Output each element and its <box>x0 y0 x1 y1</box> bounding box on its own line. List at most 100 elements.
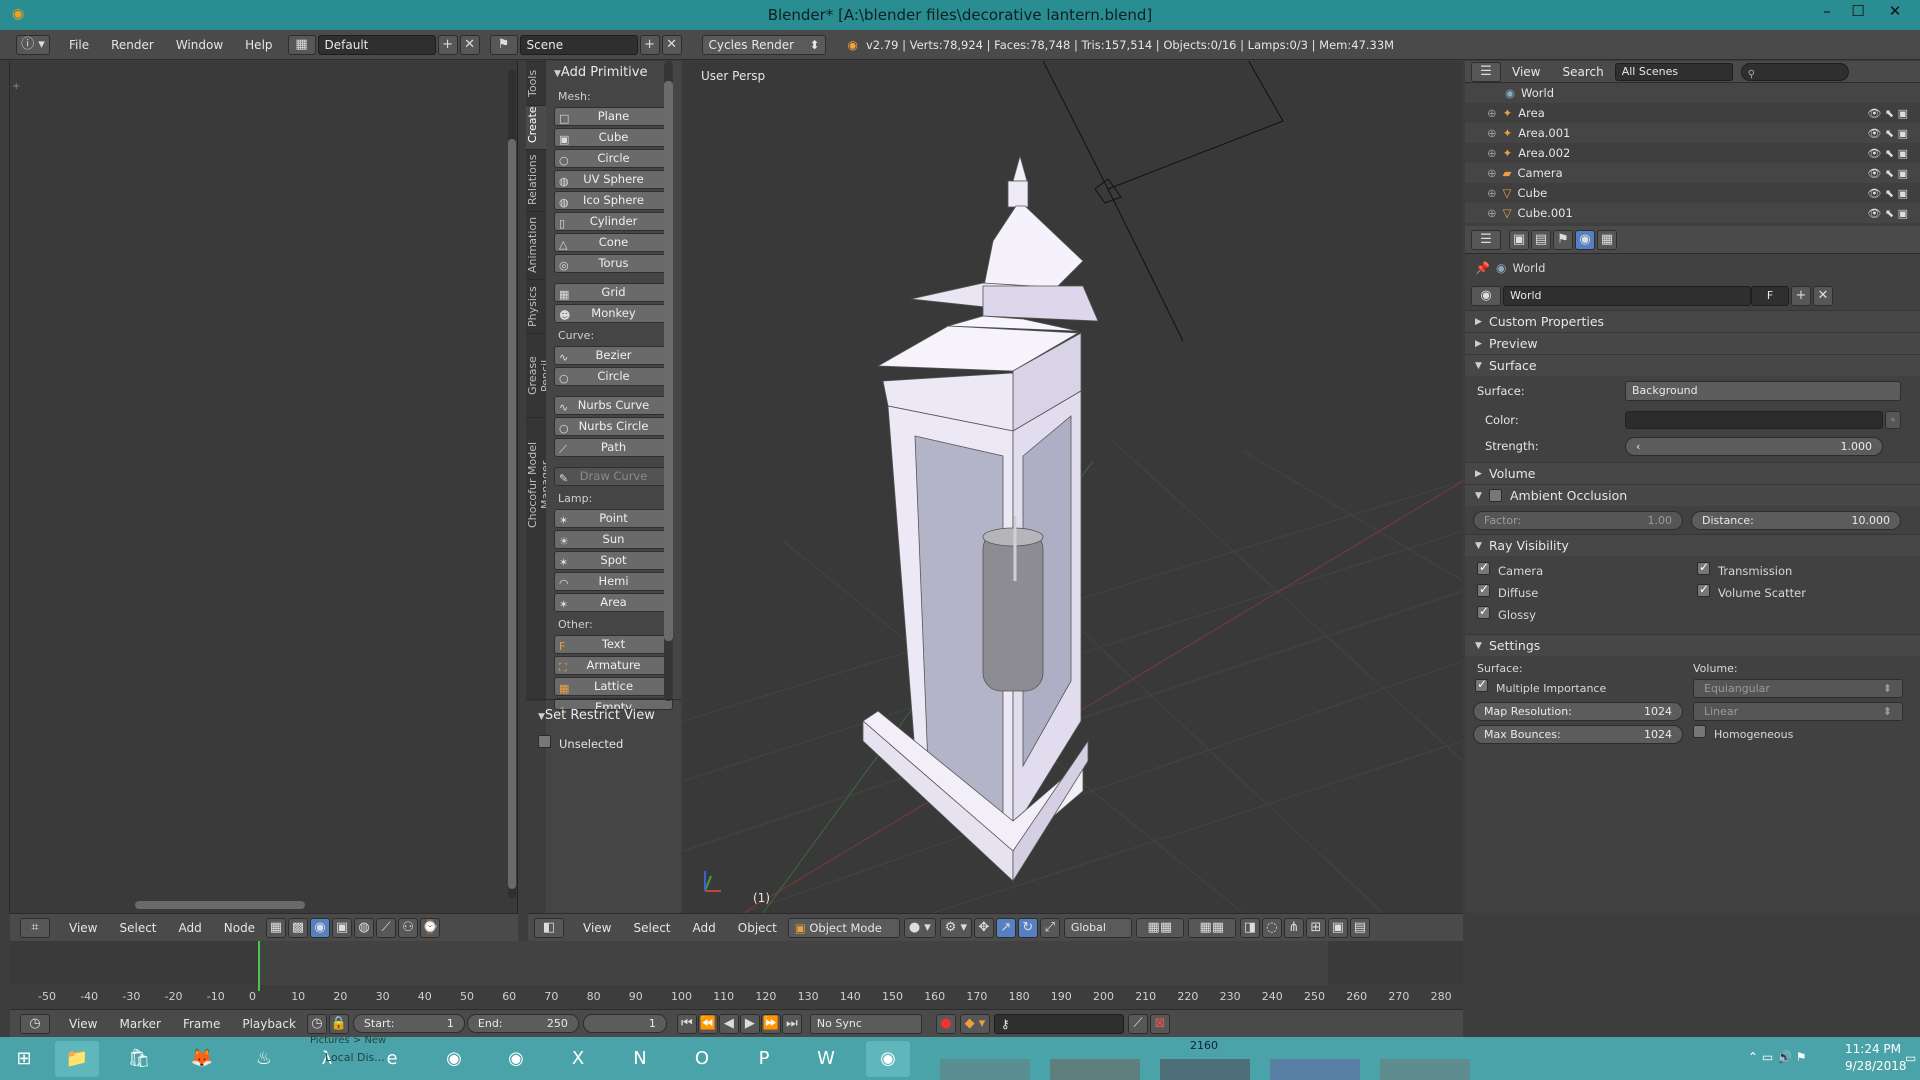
map-resolution-field[interactable]: Map Resolution: 1024 <box>1473 702 1683 721</box>
compositing-tree-icon[interactable]: ▩ <box>288 917 309 938</box>
add-uv-sphere-button[interactable]: ◍ UV Sphere <box>554 170 673 189</box>
add-curve-circle-button[interactable]: ○ Circle <box>554 367 673 386</box>
end-frame-field[interactable]: End: 250 <box>466 1014 579 1033</box>
max-bounces-field[interactable]: Max Bounces: 1024 <box>1473 725 1683 744</box>
world-shader-icon[interactable]: ◉ <box>310 917 331 938</box>
multiple-importance-option[interactable]: Multiple Importance <box>1473 677 1693 698</box>
vertical-scrollbar[interactable] <box>508 69 516 899</box>
tab-chocofur-model-manager[interactable]: Chocofur Model Manager <box>526 417 552 551</box>
3d-menu-object[interactable]: Object <box>727 921 788 935</box>
node-menu-add[interactable]: Add <box>168 921 213 935</box>
add-point-lamp-button[interactable]: ✶ Point <box>554 509 673 528</box>
menu-file[interactable]: File <box>58 38 100 52</box>
scene-selector[interactable]: Scene <box>519 34 638 55</box>
word-icon[interactable]: W <box>804 1041 848 1077</box>
outliner-menu-view[interactable]: View <box>1501 65 1551 79</box>
color-swatch[interactable] <box>1625 411 1883 429</box>
prev-keyframe-icon[interactable]: ⏪ <box>697 1013 718 1034</box>
render-engine-dropdown[interactable]: Cycles Render ⬍ <box>701 34 826 55</box>
notification-icon[interactable]: ▭ <box>1905 1051 1916 1065</box>
add-path-button[interactable]: ⟋ Path <box>554 438 673 457</box>
system-tray-icons[interactable]: ⌃ ▭ 🔊 ⚑ <box>1748 1050 1807 1064</box>
add-area-lamp-button[interactable]: ✶ Area <box>554 593 673 612</box>
outliner-item-cube[interactable]: ⊕ ▽ Cube 👁 ⬉ ▣ <box>1465 183 1920 203</box>
add-bezier-button[interactable]: ∿ Bezier <box>554 346 673 365</box>
blender-taskbar-icon[interactable]: ◉ <box>866 1041 910 1077</box>
node-backdrop-icon[interactable]: ⌚ <box>420 917 441 938</box>
section-preview[interactable]: ▶ Preview <box>1465 332 1920 354</box>
surface-shader-dropdown[interactable]: Background <box>1625 381 1901 401</box>
add-text-button[interactable]: F Text <box>554 635 673 654</box>
insert-keyframe-icon[interactable]: ⟋ <box>1127 1013 1148 1034</box>
tab-tools[interactable]: Tools <box>526 61 546 105</box>
volume-interpolation-dropdown[interactable]: Linear ⬍ <box>1693 702 1903 721</box>
homogeneous-option[interactable]: Homogeneous <box>1693 725 1903 744</box>
3d-menu-add[interactable]: Add <box>682 921 727 935</box>
timeline[interactable]: -50 -40 -30 -20 -10 0 10 20 30 40 50 60 70 80 90 100 110… <box>10 941 1463 1009</box>
world-tab-icon[interactable]: ◉ <box>1575 229 1595 250</box>
excel-icon[interactable]: X <box>556 1041 600 1077</box>
ao-distance-field[interactable]: Distance: 10.000 <box>1691 510 1901 530</box>
menu-help[interactable]: Help <box>234 38 283 52</box>
layout-selector[interactable]: Default <box>317 34 436 55</box>
tab-physics[interactable]: Physics <box>526 279 546 333</box>
remove-scene-button[interactable]: ✕ <box>661 34 682 55</box>
add-armature-button[interactable]: ⛶ Armature <box>554 656 673 675</box>
editor-type-info-icon[interactable]: ⓘ ▾ <box>16 34 50 55</box>
unselected-checkbox[interactable] <box>538 735 551 748</box>
layers-tab-icon[interactable]: ▤ <box>1531 229 1551 250</box>
new-world-button[interactable]: + <box>1791 286 1811 306</box>
3d-menu-view[interactable]: View <box>572 921 622 935</box>
outliner-search-input[interactable]: ⚲ <box>1740 62 1849 81</box>
start-windows-icon[interactable]: ⊞ <box>2 1041 46 1077</box>
onenote-icon[interactable]: N <box>618 1041 662 1077</box>
ray-glossy-checkbox[interactable] <box>1477 604 1490 619</box>
ray-diffuse-checkbox[interactable] <box>1477 582 1490 597</box>
store-icon[interactable]: 🛍 <box>117 1041 161 1077</box>
add-nurbs-curve-button[interactable]: ∿ Nurbs Curve <box>554 396 673 415</box>
add-lattice-button[interactable]: ▦ Lattice <box>554 677 673 696</box>
start-frame-field[interactable]: Start: 1 <box>352 1014 465 1033</box>
current-frame-marker[interactable] <box>258 941 260 991</box>
add-grid-button[interactable]: ▦ Grid <box>554 283 673 302</box>
shader-tree-icon[interactable]: ▦ <box>266 917 287 938</box>
material-icon[interactable]: ◍ <box>354 917 375 938</box>
menu-window[interactable]: Window <box>165 38 234 52</box>
outliner-item-area-001[interactable]: ⊕ ✦ Area.001 👁 ⬉ ▣ <box>1465 123 1920 143</box>
visibility-icons[interactable]: 👁 ⬉ ▣ <box>1867 127 1908 140</box>
close-button[interactable]: ✕ <box>1880 2 1910 24</box>
add-torus-button[interactable]: ◎ Torus <box>554 254 673 273</box>
add-nurbs-circle-button[interactable]: ○ Nurbs Circle <box>554 417 673 436</box>
add-cone-button[interactable]: △ Cone <box>554 233 673 252</box>
add-layout-button[interactable]: + <box>437 34 458 55</box>
keying-set-field[interactable]: ⚷ <box>993 1013 1124 1034</box>
scene-icon[interactable]: ⚑ <box>489 34 518 55</box>
snap-icon[interactable]: ⋔ <box>1283 917 1304 938</box>
lock-layers-icon[interactable]: ◨ <box>1239 917 1260 938</box>
world-browse-button[interactable]: ◉ <box>1471 286 1501 306</box>
draw-curve-button[interactable]: ✎ Draw Curve <box>554 467 673 486</box>
scale-manipulator-icon[interactable]: ⤢ <box>1039 917 1060 938</box>
menu-render[interactable]: Render <box>100 38 165 52</box>
section-ray-visibility[interactable]: ▼ Ray Visibility <box>1465 534 1920 556</box>
visibility-icons[interactable]: 👁 ⬉ ▣ <box>1867 147 1908 160</box>
minimize-button[interactable]: – <box>1812 2 1842 24</box>
section-surface[interactable]: ▼ Surface <box>1465 354 1920 376</box>
properties-editor-icon[interactable]: ☰ <box>1471 229 1501 250</box>
outliner-item-cube-001[interactable]: ⊕ ▽ Cube.001 👁 ⬉ ▣ <box>1465 203 1920 223</box>
chrome-icon[interactable]: ◉ <box>432 1041 476 1077</box>
outliner-item-camera[interactable]: ⊕ ▰ Camera 👁 ⬉ ▣ <box>1465 163 1920 183</box>
texture-icon[interactable]: ⟋ <box>376 917 397 938</box>
tab-relations[interactable]: Relations <box>526 149 546 211</box>
add-monkey-button[interactable]: ☻ Monkey <box>554 304 673 323</box>
volume-sampling-dropdown[interactable]: Equiangular ⬍ <box>1693 679 1903 698</box>
3d-viewport[interactable]: User Persp (1) <box>683 61 1463 913</box>
section-custom-properties[interactable]: ▶ Custom Properties <box>1465 310 1920 332</box>
play-reverse-icon[interactable]: ◀ <box>718 1013 739 1034</box>
snap-element-icon[interactable]: ⊞ <box>1305 917 1326 938</box>
section-settings[interactable]: ▼ Settings <box>1465 634 1920 656</box>
toolshelf-scrollbar[interactable] <box>664 61 673 701</box>
next-keyframe-icon[interactable]: ⏩ <box>760 1013 781 1034</box>
remove-layout-button[interactable]: ✕ <box>459 34 480 55</box>
object-shader-icon[interactable]: ▣ <box>332 917 353 938</box>
